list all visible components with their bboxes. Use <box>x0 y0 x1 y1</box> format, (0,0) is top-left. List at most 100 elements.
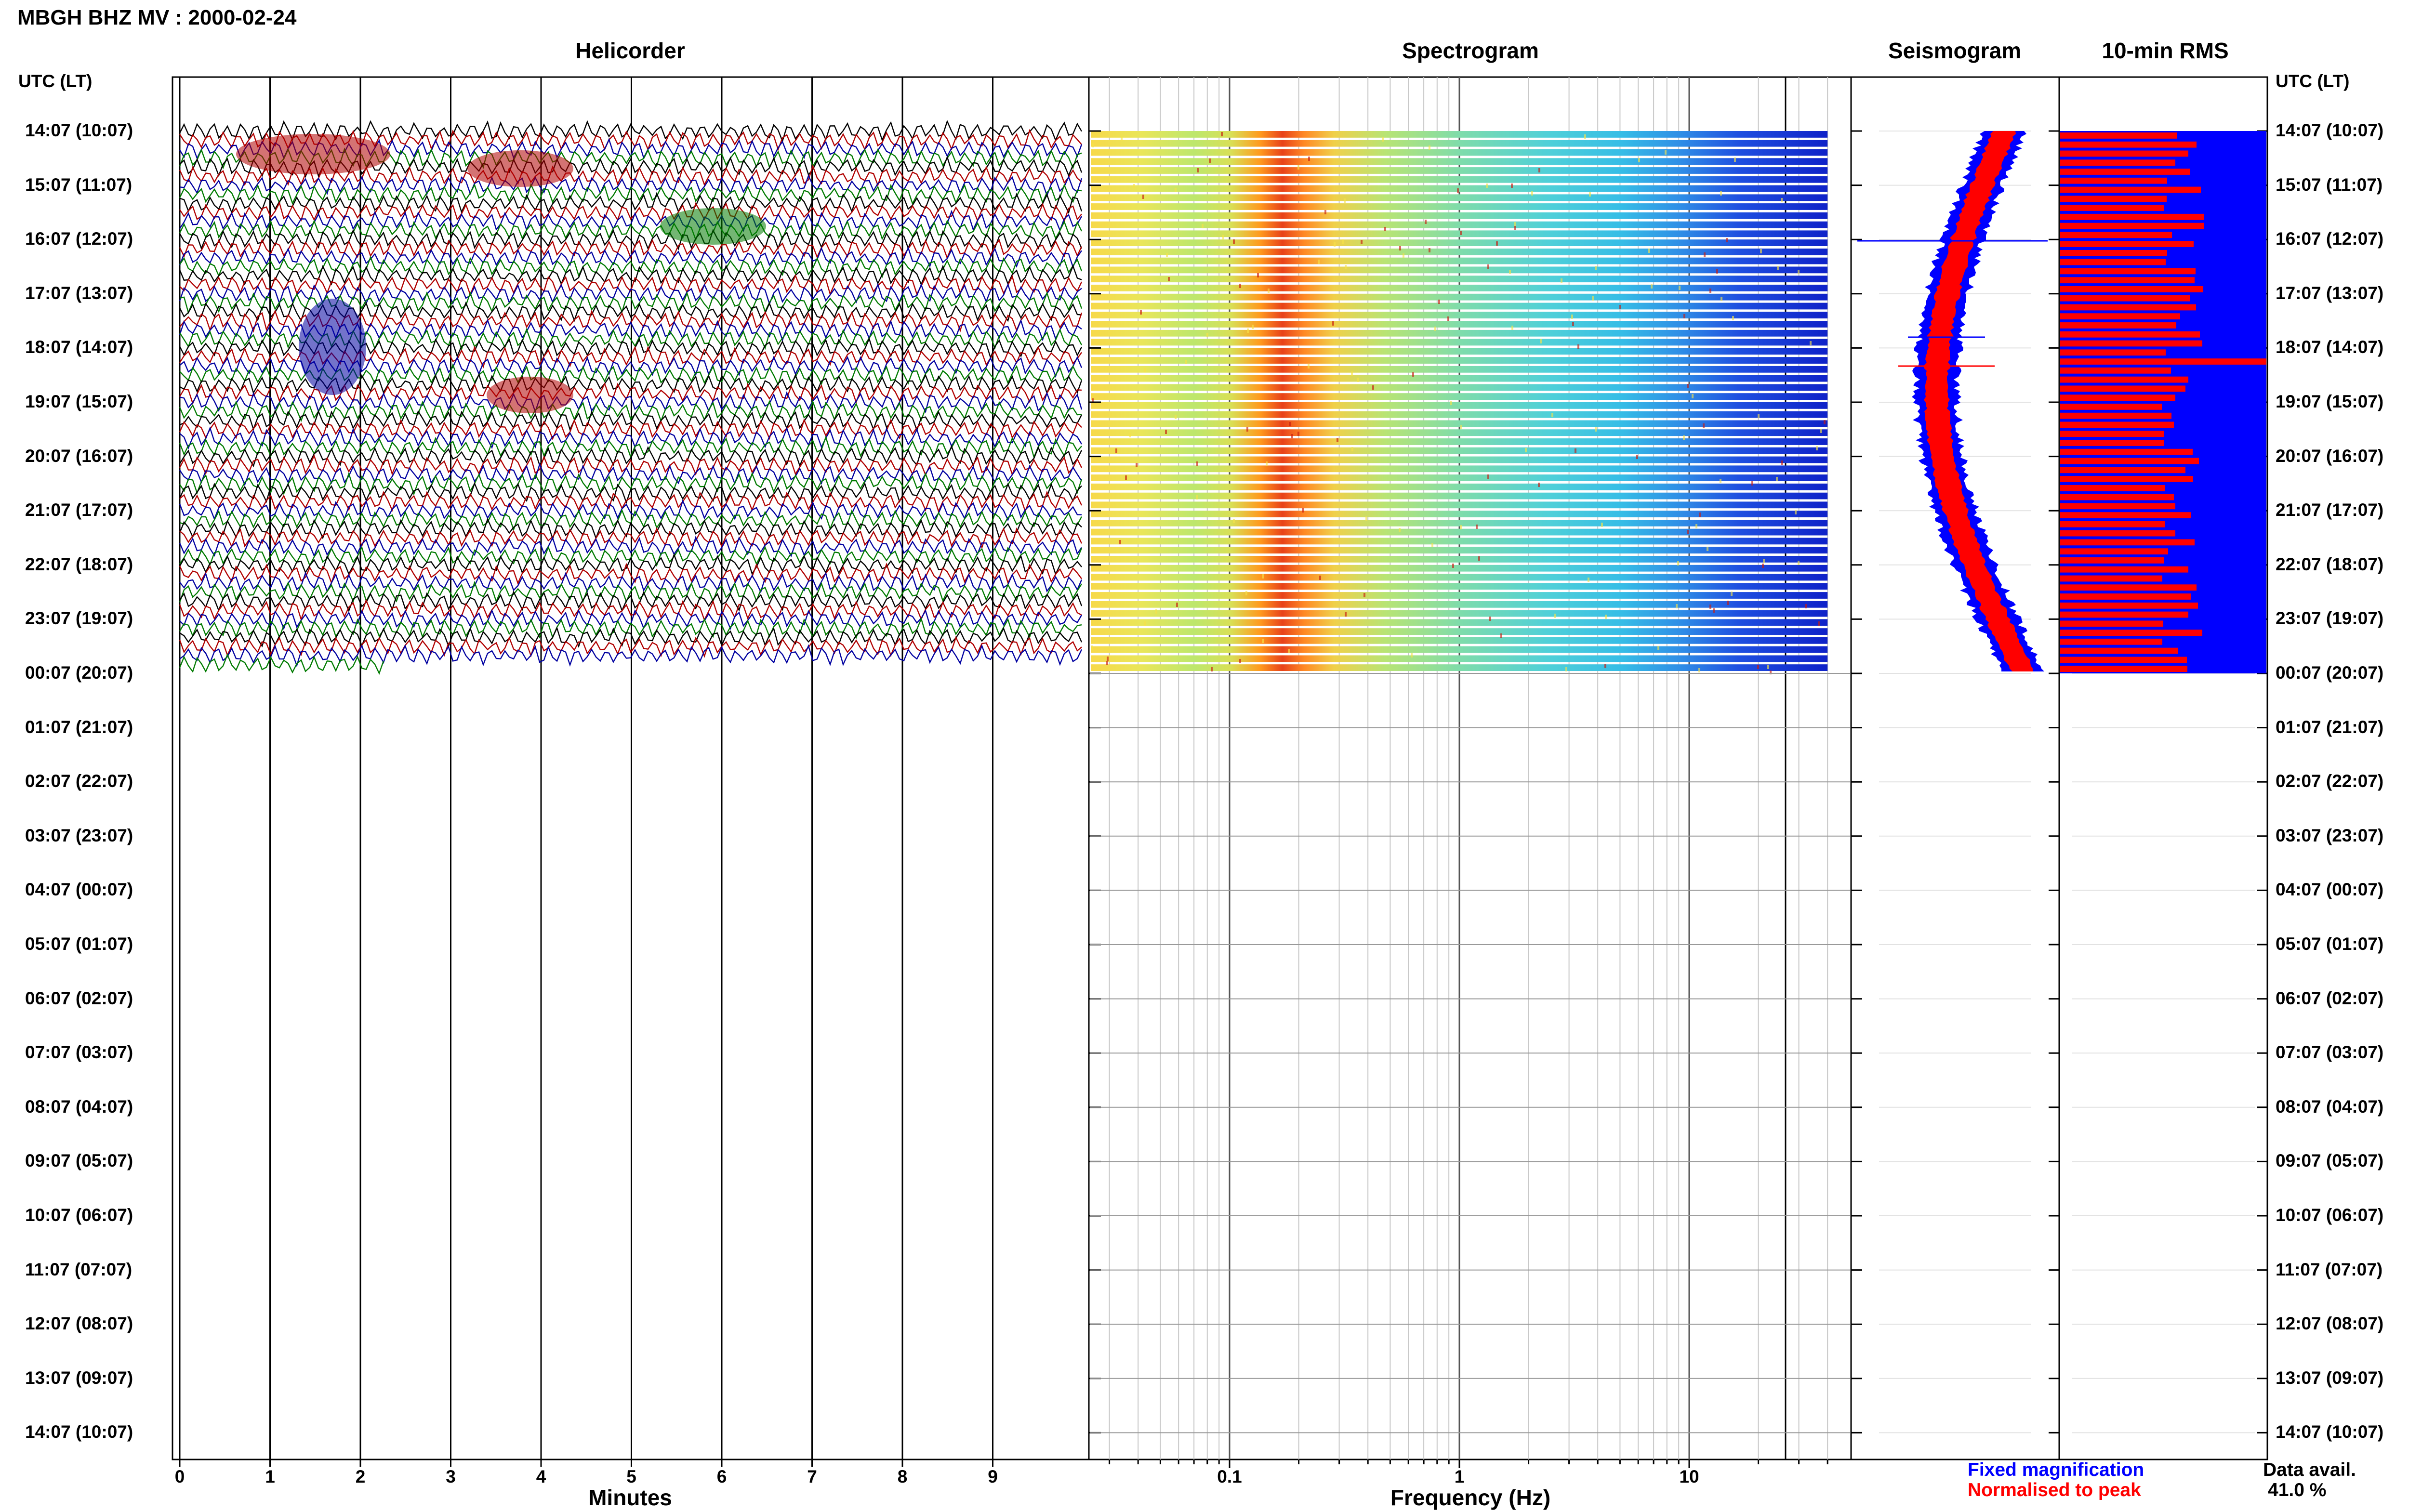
helicorder-trace <box>179 653 384 675</box>
spectrogram-band <box>1091 429 1828 436</box>
spectrogram-speckle <box>1196 461 1198 466</box>
helicorder-x-tick-label: 2 <box>356 1467 366 1486</box>
spectrogram-speckle <box>1429 145 1430 150</box>
spectrogram-speckle <box>1166 253 1168 257</box>
spectrogram-speckle <box>1509 270 1511 274</box>
spectrogram-speckle <box>1592 296 1594 301</box>
spectrogram-speckle <box>1798 270 1800 274</box>
rms-normalised-bar <box>2060 666 2187 672</box>
spectrogram-band <box>1091 520 1828 526</box>
spectrogram-band <box>1091 384 1828 391</box>
spectrogram-speckle <box>1233 239 1235 244</box>
spectrogram-speckle <box>1136 463 1138 467</box>
spectrogram-band <box>1091 483 1828 490</box>
rms-normalised-bar <box>2060 286 2203 292</box>
spectrogram-speckle <box>1431 543 1433 547</box>
rms-normalised-bar <box>2060 159 2175 166</box>
spectrogram-speckle <box>1332 321 1334 326</box>
spectrogram-speckle <box>1704 252 1706 257</box>
rms-normalised-bar <box>2060 177 2167 184</box>
rms-normalised-bar <box>2060 277 2195 284</box>
rms-fixed-bars <box>2060 131 2266 673</box>
spectrogram-speckle <box>1345 265 1347 269</box>
spectrogram-band <box>1091 167 1828 174</box>
spectrogram-speckle <box>1202 224 1204 228</box>
spectrogram-speckle <box>1572 322 1574 326</box>
spectrogram-speckle <box>1222 235 1224 239</box>
spectrogram-speckle <box>1540 339 1542 343</box>
spectrogram-band <box>1091 185 1828 192</box>
spectrogram-band <box>1091 411 1828 418</box>
spectrogram-speckle <box>1732 316 1734 320</box>
spectrogram-band <box>1091 285 1828 291</box>
helicorder-x-tick-label: 1 <box>265 1467 275 1486</box>
spectrogram-speckle <box>1726 238 1728 242</box>
spectrogram-speckle <box>1651 284 1653 289</box>
spectrogram-speckle <box>1308 157 1310 161</box>
seismic-figure: 0 1 2 3 4 5 6 7 8 9 0.1 1 10 <box>172 76 2268 1486</box>
spectrogram-speckle <box>1565 667 1567 671</box>
rms-normalised-bar <box>2060 593 2191 600</box>
spectrogram-speckle <box>1760 249 1762 253</box>
spectrogram-speckle <box>1605 615 1607 619</box>
spectrogram-band <box>1091 140 1828 147</box>
rms-normalised-bar <box>2060 150 2188 157</box>
helicorder-x-tick-label: 6 <box>717 1467 727 1486</box>
spectrogram-band <box>1091 257 1828 264</box>
spectrogram-speckle <box>1805 604 1807 608</box>
spectrogram-speckle <box>1687 530 1689 534</box>
spectrogram-band <box>1091 348 1828 355</box>
spectrogram-band <box>1091 511 1828 517</box>
spectrogram-band <box>1091 203 1828 210</box>
spectrogram-speckle <box>1757 665 1759 669</box>
spectrogram-speckle <box>1121 137 1123 141</box>
spectrogram-speckle <box>1589 192 1591 197</box>
spectrogram-band <box>1091 239 1828 246</box>
spectrogram-speckle <box>1731 592 1733 596</box>
spectrogram-band <box>1091 655 1828 662</box>
spectrogram-band <box>1091 329 1828 337</box>
spectrogram-band <box>1091 357 1828 364</box>
spectrogram-speckle <box>1531 191 1533 196</box>
spectrogram-speckle <box>1403 253 1404 258</box>
spectrogram-speckle <box>1707 547 1708 551</box>
spectrogram-speckle <box>1168 277 1170 281</box>
spectrogram-speckle <box>1514 222 1516 226</box>
spectrogram-speckle <box>1798 561 1800 565</box>
rms-normalised-bar <box>2060 485 2165 491</box>
spectrogram-speckle <box>1450 401 1452 405</box>
rms-normalised-bar <box>2060 132 2177 139</box>
spectrogram-speckle <box>1447 316 1449 321</box>
spectrogram-speckle <box>1092 143 1094 147</box>
spectrogram-speckle <box>1500 633 1502 638</box>
spectrogram-speckle <box>1155 609 1157 614</box>
rms-normalised-bar <box>2060 566 2188 573</box>
spectrogram-speckle <box>1252 325 1254 329</box>
rms-normalised-bar <box>2060 467 2185 473</box>
spectrogram-band <box>1091 646 1828 653</box>
spectrogram-band <box>1091 637 1828 644</box>
spectrogram-speckle <box>1514 226 1516 230</box>
rms-normalised-bar <box>2060 186 2201 193</box>
legend-normalised-to-peak: Normalised to peak <box>1968 1480 2141 1500</box>
spectrogram-speckle <box>1687 384 1689 388</box>
spectrogram-speckle <box>1399 246 1401 250</box>
spectrogram-speckle <box>1758 414 1760 418</box>
spectrogram-speckle <box>1720 191 1722 196</box>
spectrogram-speckle <box>1257 273 1259 277</box>
spectrogram-speckle <box>1245 591 1247 595</box>
spectrogram-band <box>1091 366 1828 373</box>
rms-normalised-bar <box>2060 557 2164 564</box>
spectrogram-band <box>1091 556 1828 563</box>
spectrogram-band <box>1091 574 1828 581</box>
spectrogram-speckle <box>1679 286 1681 290</box>
spectrogram-speckle <box>1412 372 1414 377</box>
spectrogram-speckle <box>1709 289 1711 293</box>
rms-normalised-bar <box>2060 431 2164 437</box>
rms-normalised-bar <box>2060 367 2171 374</box>
helicorder-event-burst <box>487 377 573 413</box>
spectrogram-band <box>1091 601 1828 608</box>
rms-normalised-bar <box>2060 512 2191 518</box>
spectrogram-speckle <box>1703 423 1705 428</box>
spectrogram-band <box>1091 339 1828 346</box>
